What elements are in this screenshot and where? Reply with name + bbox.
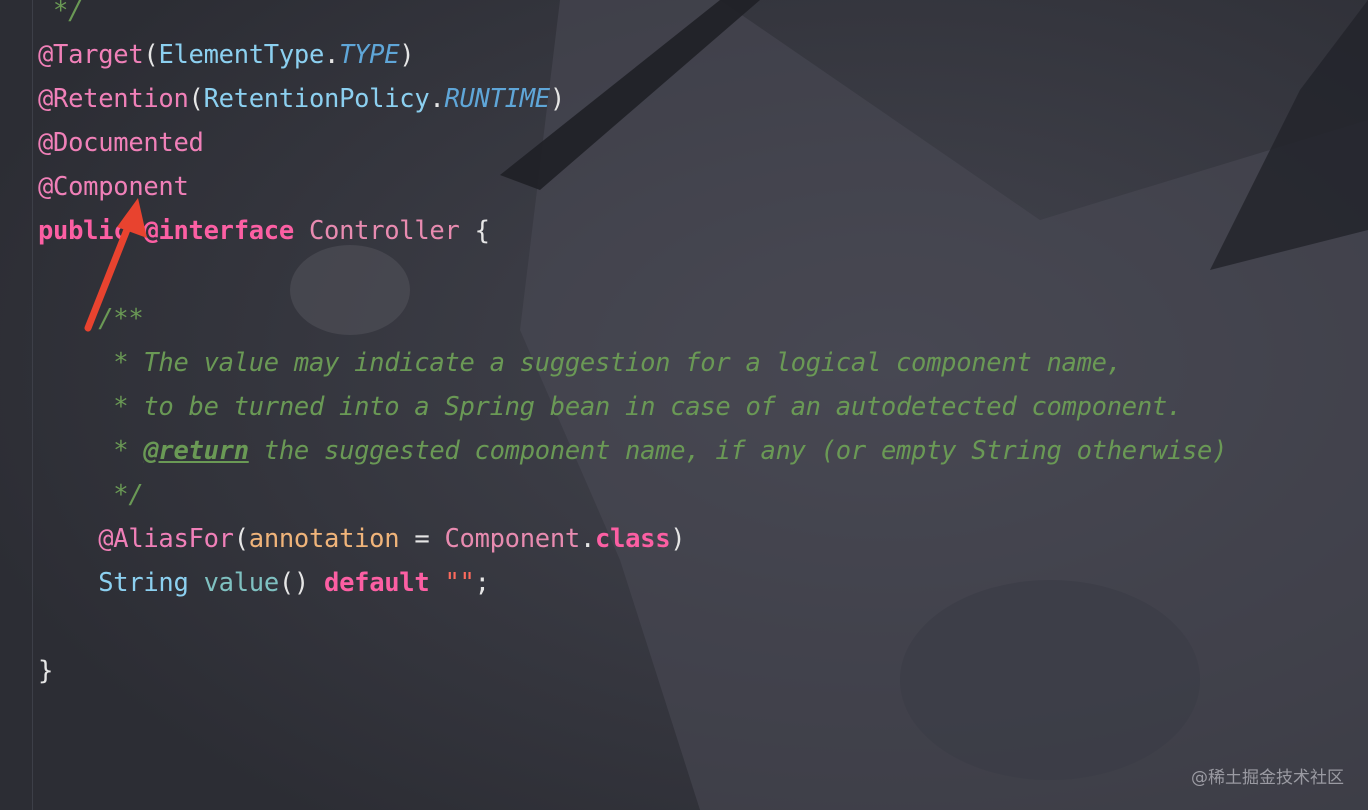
code-line[interactable]: */ [38,0,83,31]
code-token: = [399,524,445,554]
code-token: Controller [308,216,460,246]
code-token: ; [474,568,490,598]
code-editor[interactable]: */@Target(ElementType.TYPE) @Retention(Re… [0,0,1368,810]
code-token: the suggested component name, if any (or… [248,436,1228,466]
code-line[interactable]: */ [38,475,143,515]
code-token: ( [233,524,249,554]
code-line[interactable]: @Component [38,167,189,207]
code-token: @Component [38,172,189,202]
code-token: ) [549,84,565,114]
code-token: . [324,40,340,70]
code-token: Component [444,524,580,554]
code-token: public [38,216,129,246]
code-line[interactable]: * to be turned into a Spring bean in cas… [38,387,1182,427]
code-token: "" [444,568,475,598]
code-token: * to be turned into a Spring bean in cas… [38,392,1182,422]
code-token: @return [143,436,249,466]
code-line[interactable]: @Target(ElementType.TYPE) [38,35,415,75]
code-line[interactable]: String value() default ""; [38,563,490,603]
code-token: /** [38,304,144,334]
watermark-text: @稀土掘金技术社区 [1191,768,1344,788]
code-line[interactable]: * The value may indicate a suggestion fo… [38,343,1122,383]
code-token: RetentionPolicy [203,84,430,114]
code-token: () [278,568,325,598]
code-token: default [324,568,430,598]
code-token: RUNTIME [444,84,550,114]
code-line[interactable]: * @return the suggested component name, … [38,431,1227,471]
code-token: . [429,84,445,114]
code-token: * The value may indicate a suggestion fo… [38,348,1122,378]
code-token: ( [188,84,204,114]
code-token: */ [38,480,144,510]
code-line[interactable]: /** [38,299,143,339]
code-token: ( [143,40,159,70]
code-line[interactable]: @Retention(RetentionPolicy.RUNTIME) [38,79,565,119]
code-token: ) [670,524,686,554]
code-token: @Target [38,40,144,70]
code-token: @Documented [38,128,204,158]
code-line[interactable]: public @interface Controller { [38,211,490,251]
code-token: ) [399,40,415,70]
code-line[interactable]: @AliasFor(annotation = Component.class) [38,519,685,559]
code-token: . [579,524,596,554]
code-token: */ [38,0,84,26]
code-token: value [203,568,280,598]
code-token: String [98,568,189,598]
code-token: class [595,524,671,554]
code-token: { [474,216,490,246]
code-token: TYPE [339,40,400,70]
code-token: @Retention [38,84,189,114]
code-token: @interface [143,216,294,246]
code-token: annotation [248,524,400,554]
code-line[interactable]: @Documented [38,123,204,163]
code-token: @AliasFor [98,524,234,554]
code-token: ElementType [158,40,325,70]
code-line[interactable]: } [38,651,53,691]
code-token: * [38,436,144,466]
code-token: } [38,656,54,686]
